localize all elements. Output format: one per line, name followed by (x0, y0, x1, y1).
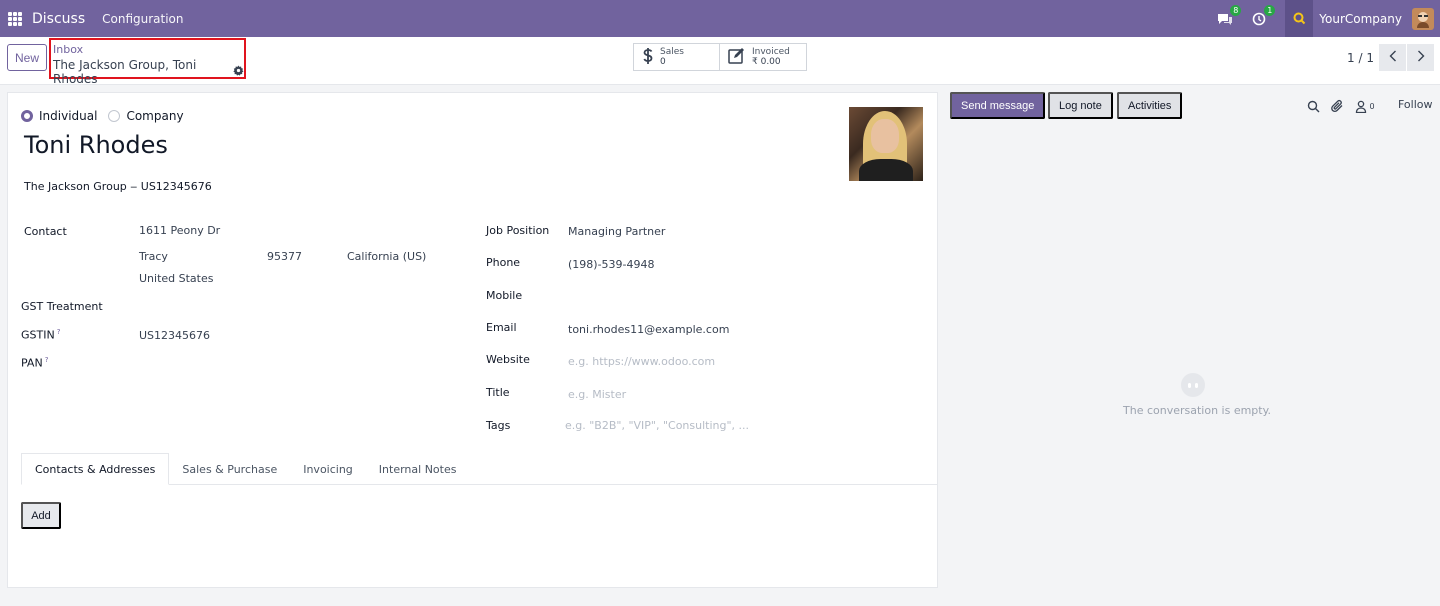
empty-conversation-text: The conversation is empty. (1123, 404, 1272, 417)
app-brand[interactable]: Discuss (32, 11, 85, 27)
notebook-tabs: Contacts & Addresses Sales & Purchase In… (21, 453, 938, 485)
send-message-button[interactable]: Send message (950, 92, 1046, 119)
messages-badge: 8 (1230, 4, 1242, 16)
pager-next-button[interactable] (1407, 44, 1434, 71)
job-position-field[interactable]: Managing Partner (568, 225, 665, 238)
breadcrumb-current-label: The Jackson Group, Toni Rhodes (53, 58, 197, 86)
invoiced-stat-value: ₹ 0.00 (752, 57, 781, 67)
gst-treatment-label: GST Treatment (21, 300, 103, 313)
title-field[interactable]: e.g. Mister (568, 388, 626, 401)
pager-previous-button[interactable] (1379, 44, 1406, 71)
pan-label: PAN? (21, 356, 49, 370)
paperclip-icon[interactable] (1329, 98, 1345, 114)
chevron-left-icon (1389, 50, 1397, 65)
gear-icon[interactable] (233, 65, 244, 79)
empty-conversation-icon (1181, 373, 1205, 397)
breadcrumb-current: The Jackson Group, Toni Rhodes (53, 58, 244, 86)
invoiced-stat-button[interactable]: Invoiced ₹ 0.00 (720, 43, 807, 71)
zip-field[interactable]: 95377 (267, 250, 302, 263)
phone-label: Phone (486, 256, 521, 269)
log-note-button[interactable]: Log note (1048, 92, 1113, 119)
chevron-right-icon (1417, 50, 1425, 65)
contact-label: Contact (24, 225, 67, 238)
search-icon[interactable] (1305, 98, 1321, 114)
pager-value[interactable]: 1 / 1 (1347, 51, 1374, 65)
add-contact-button[interactable]: Add (21, 502, 61, 529)
sales-stat-label: Sales (660, 47, 684, 57)
city-field[interactable]: Tracy (139, 250, 168, 263)
tab-internal-notes[interactable]: Internal Notes (366, 453, 470, 485)
pan-help-icon[interactable]: ? (45, 356, 49, 364)
chatter-panel: Send message Log note Activities 0 Follo… (945, 85, 1440, 606)
breadcrumb-inbox-link[interactable]: Inbox (53, 43, 244, 56)
activities-clock-icon[interactable]: 1 (1249, 4, 1276, 29)
followers-icon[interactable]: 0 (1353, 98, 1377, 114)
parent-company-field[interactable]: The Jackson Group ‒ US12345676 (24, 180, 212, 193)
website-label: Website (486, 353, 530, 366)
company-switcher[interactable]: YourCompany (1319, 12, 1402, 26)
invoiced-stat-label: Invoiced (752, 47, 790, 57)
control-panel: New Inbox The Jackson Group, Toni Rhodes… (0, 37, 1440, 86)
radio-company[interactable] (108, 110, 121, 122)
invoice-icon (728, 47, 746, 67)
follow-button[interactable]: Follow (1398, 98, 1433, 111)
sales-stat-value: 0 (660, 57, 666, 67)
nav-menu-configuration[interactable]: Configuration (102, 12, 183, 26)
tags-label: Tags (486, 419, 511, 432)
tags-field[interactable]: e.g. "B2B", "VIP", "Consulting", ... (565, 419, 749, 432)
app-menu-icon[interactable] (8, 11, 22, 26)
partner-avatar-image[interactable] (849, 107, 923, 181)
company-search-icon[interactable] (1285, 0, 1314, 37)
email-field[interactable]: toni.rhodes11@example.com (568, 323, 729, 336)
top-navbar: Discuss Configuration 8 1 YourCompany (0, 0, 1440, 37)
radio-company-label[interactable]: Company (126, 109, 183, 123)
activities-badge: 1 (1264, 4, 1276, 16)
new-button[interactable]: New (7, 44, 47, 71)
tab-sales-purchase[interactable]: Sales & Purchase (169, 453, 290, 485)
company-type-selector: Individual Company (21, 109, 195, 123)
partner-name-field[interactable]: Toni Rhodes (24, 131, 168, 159)
activities-button[interactable]: Activities (1117, 92, 1183, 119)
dollar-icon (642, 47, 654, 68)
tab-contacts-addresses[interactable]: Contacts & Addresses (21, 453, 170, 485)
gstin-help-icon[interactable]: ? (57, 328, 61, 336)
partner-form-sheet: Individual Company Toni Rhodes The Jacks… (7, 92, 938, 588)
gstin-label: GSTIN? (21, 328, 61, 342)
state-field[interactable]: California (US) (347, 250, 426, 263)
email-label: Email (486, 321, 517, 334)
street-field[interactable]: 1611 Peony Dr (139, 224, 220, 237)
phone-field[interactable]: (198)-539-4948 (568, 258, 655, 271)
radio-individual-label[interactable]: Individual (39, 109, 97, 123)
tab-invoicing[interactable]: Invoicing (290, 453, 366, 485)
messages-icon[interactable]: 8 (1215, 4, 1242, 29)
title-label: Title (486, 386, 510, 399)
sales-stat-button[interactable]: Sales 0 (633, 43, 720, 71)
gstin-field[interactable]: US12345676 (139, 329, 210, 342)
breadcrumb: Inbox The Jackson Group, Toni Rhodes (49, 38, 246, 86)
job-position-label: Job Position (486, 224, 550, 237)
followers-count: 0 (1369, 101, 1375, 111)
country-field[interactable]: United States (139, 272, 214, 285)
mobile-label: Mobile (486, 289, 523, 302)
radio-individual[interactable] (21, 110, 33, 122)
user-avatar[interactable] (1412, 7, 1434, 30)
website-field[interactable]: e.g. https://www.odoo.com (568, 355, 715, 368)
